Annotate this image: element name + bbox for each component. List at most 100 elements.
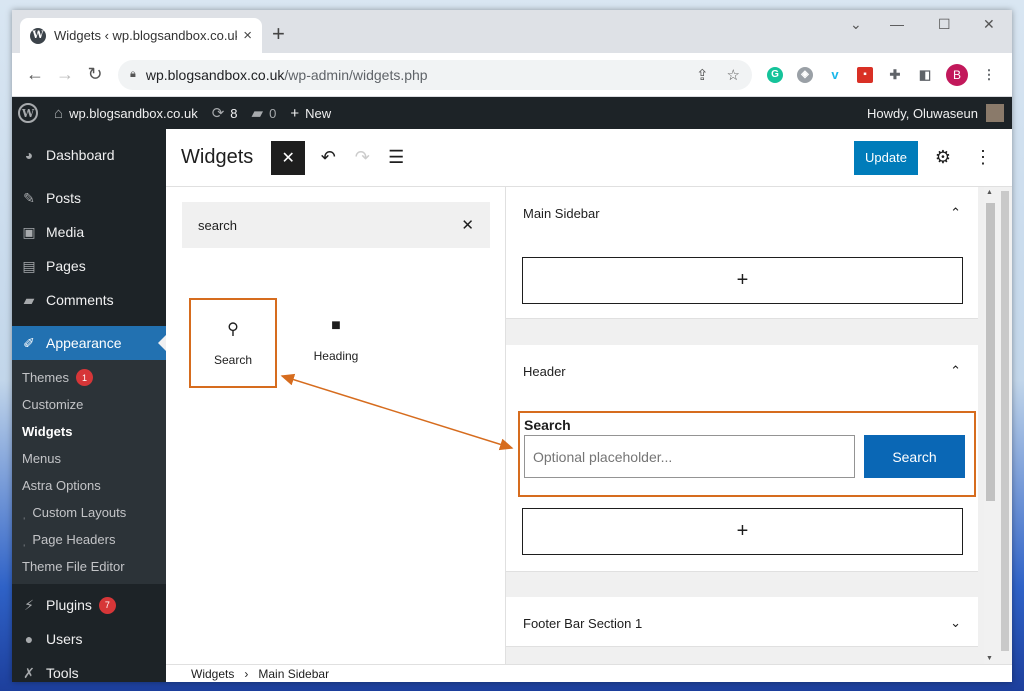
menu-media[interactable]: ▣Media [12, 215, 166, 249]
menu-users[interactable]: ●Users [12, 622, 166, 656]
close-window-icon[interactable]: ✕ [983, 16, 995, 33]
forward-icon[interactable]: → [50, 64, 80, 85]
pin-icon: ✎ [20, 190, 38, 207]
clear-search-icon[interactable]: ✕ [461, 216, 474, 234]
area-header[interactable]: Header⌃ [506, 345, 978, 397]
area-title: Main Sidebar [523, 206, 600, 221]
menu-label: Media [46, 224, 84, 240]
tab-bar: W Widgets ‹ wp.blogsandbox.co.uk × + ⌄ —… [12, 10, 1012, 53]
block-label: Search [214, 353, 252, 367]
child-indent-icon: ˌ [22, 505, 26, 520]
new-label: New [305, 106, 331, 121]
canvas-scrollbar[interactable]: ▲▼ [984, 187, 997, 664]
minimize-icon[interactable]: — [890, 16, 904, 32]
search-widget-placeholder-field[interactable]: Optional placeholder... [524, 435, 855, 478]
menu-dashboard[interactable]: ◕Dashboard [12, 138, 166, 172]
menu-appearance[interactable]: ✐Appearance [12, 326, 166, 360]
submenu-menus[interactable]: Menus [12, 445, 166, 472]
scrollbar-thumb[interactable] [986, 203, 995, 501]
area-header[interactable]: Main Sidebar⌃ [506, 187, 978, 239]
site-name-link[interactable]: ⌂ wp.blogsandbox.co.uk [54, 105, 198, 122]
comment-icon: ▰ [252, 104, 264, 122]
comments-link[interactable]: ▰0 [252, 104, 277, 122]
submenu-theme-file-editor[interactable]: Theme File Editor [12, 553, 166, 580]
scroll-down-icon[interactable]: ▼ [986, 655, 993, 662]
browser-menu-icon[interactable]: ⋮ [974, 63, 1004, 87]
page-scrollbar[interactable] [997, 187, 1012, 664]
search-widget-block[interactable]: Search Optional placeholder... Search [518, 411, 976, 497]
scroll-up-icon[interactable]: ▲ [986, 189, 993, 196]
menu-label: Appearance [46, 335, 122, 351]
submenu-customize[interactable]: Customize [12, 391, 166, 418]
area-title: Header [523, 364, 566, 379]
wp-admin-bar: W ⌂wp.blogsandbox.co.uk ⟳8 ▰0 +New Howdy… [12, 97, 1012, 129]
home-icon: ⌂ [54, 105, 63, 122]
undo-icon[interactable]: ↶ [311, 141, 345, 175]
list-view-icon[interactable]: ☰ [379, 141, 413, 175]
block-search-input[interactable]: search ✕ [182, 202, 490, 248]
grammarly-extension-icon[interactable]: G [760, 63, 790, 87]
shield-extension-icon[interactable]: ◈ [790, 63, 820, 87]
page-scrollbar-thumb[interactable] [1001, 191, 1009, 651]
add-block-button[interactable]: + [522, 508, 963, 555]
block-heading[interactable]: ■ Heading [294, 297, 378, 383]
site-name: wp.blogsandbox.co.uk [69, 106, 198, 121]
address-bar[interactable]: 🔒︎ wp.blogsandbox.co.uk /wp-admin/widget… [118, 60, 752, 90]
menu-plugins[interactable]: ⚡︎Plugins7 [12, 588, 166, 622]
submenu-themes[interactable]: Themes1 [12, 364, 166, 391]
redo-icon[interactable]: ↷ [345, 141, 379, 175]
plugins-update-badge: 7 [99, 597, 116, 614]
options-menu-icon[interactable]: ⋮ [966, 141, 1000, 175]
account-menu[interactable]: Howdy, Oluwaseun [867, 104, 1012, 122]
address-host: wp.blogsandbox.co.uk [146, 67, 285, 83]
red-extension-icon[interactable]: ▪ [850, 63, 880, 87]
breadcrumb-main-sidebar[interactable]: Main Sidebar [258, 667, 329, 681]
menu-label: Pages [46, 258, 86, 274]
comments-icon: ▰ [20, 292, 38, 309]
block-search[interactable]: ⚲ Search [191, 300, 275, 386]
update-button[interactable]: Update [854, 141, 918, 175]
submenu-page-headers[interactable]: ˌPage Headers [12, 526, 166, 553]
add-block-button[interactable]: + [522, 257, 963, 304]
menu-pages[interactable]: ▤Pages [12, 249, 166, 283]
new-content-link[interactable]: + New [290, 105, 331, 122]
search-widget-label[interactable]: Search [524, 417, 970, 433]
updates-count: 8 [230, 106, 237, 121]
submenu-custom-layouts[interactable]: ˌ Custom Layouts [12, 499, 166, 526]
menu-comments[interactable]: ▰Comments [12, 283, 166, 317]
puzzle-extensions-icon[interactable]: ✚ [880, 63, 910, 87]
submenu-astra-options[interactable]: Astra Options [12, 472, 166, 499]
wordpress-logo-icon[interactable]: W [18, 103, 38, 123]
menu-label: Dashboard [46, 147, 115, 163]
bookmark-star-icon[interactable]: ☆ [727, 66, 740, 84]
profile-avatar[interactable]: B [946, 64, 968, 86]
editor-header: Widgets ✕ ↶ ↷ ☰ Update ⚙ ⋮ [166, 129, 1012, 187]
address-bar-row: ← → ↻ 🔒︎ wp.blogsandbox.co.uk /wp-admin/… [12, 53, 1012, 97]
area-title: Footer Bar Section 1 [523, 616, 642, 631]
side-panel-icon[interactable]: ◧ [910, 63, 940, 87]
back-icon[interactable]: ← [20, 64, 50, 85]
close-inserter-button[interactable]: ✕ [271, 141, 305, 175]
wrench-icon: ✗ [20, 665, 38, 682]
vimeo-extension-icon[interactable]: v [820, 63, 850, 87]
wordpress-favicon-icon: W [30, 28, 46, 44]
menu-posts[interactable]: ✎Posts [12, 181, 166, 215]
search-widget-button[interactable]: Search [864, 435, 965, 478]
submenu-label: Custom Layouts [32, 505, 126, 520]
new-tab-button[interactable]: + [272, 21, 285, 47]
submenu-widgets[interactable]: Widgets [12, 418, 166, 445]
browser-tab[interactable]: W Widgets ‹ wp.blogsandbox.co.uk × [20, 18, 262, 53]
menu-tools[interactable]: ✗Tools [12, 656, 166, 682]
maximize-icon[interactable]: ☐ [938, 16, 951, 33]
tab-search-icon[interactable]: ⌄ [850, 16, 862, 33]
settings-gear-icon[interactable]: ⚙ [926, 141, 960, 175]
reload-icon[interactable]: ↻ [80, 64, 110, 85]
share-icon[interactable]: ⇪ [696, 66, 709, 84]
magnifier-icon: ⚲ [227, 319, 239, 339]
updates-link[interactable]: ⟳8 [212, 104, 238, 122]
breadcrumb-widgets[interactable]: Widgets [191, 667, 234, 681]
tab-close-icon[interactable]: × [243, 27, 252, 44]
area-header[interactable]: Footer Bar Section 1⌄ [506, 597, 978, 649]
updates-icon: ⟳ [212, 104, 225, 122]
plus-icon: + [290, 105, 299, 122]
